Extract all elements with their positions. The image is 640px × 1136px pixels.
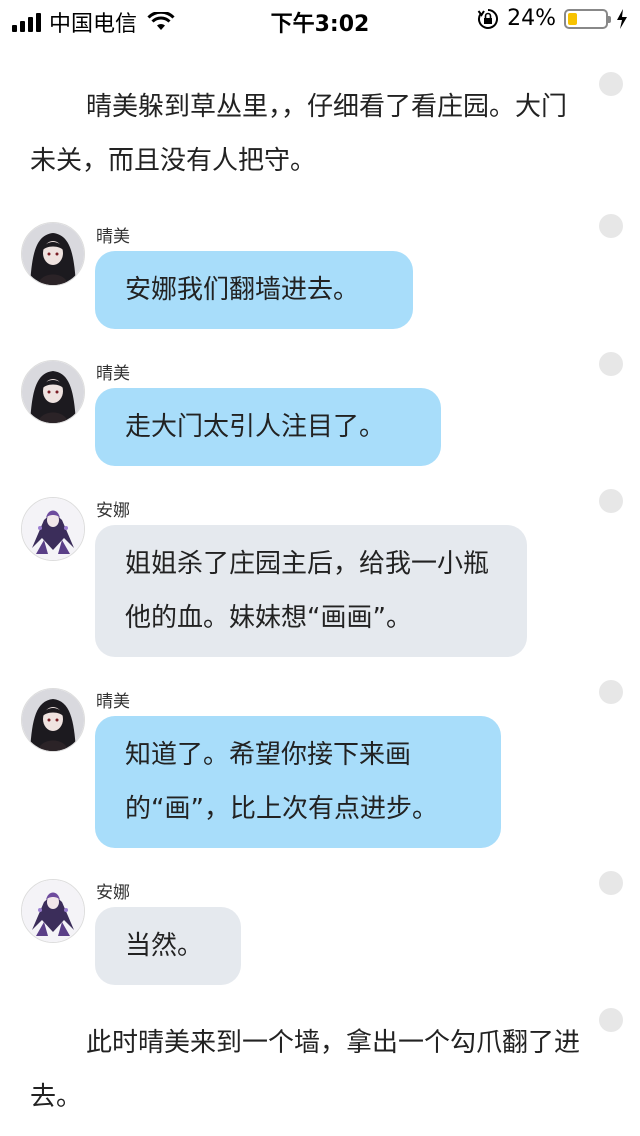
narration-paragraph: 此时晴美来到一个墙，拿出一个勾爪翻了进去。 (30, 1028, 581, 1112)
rotation-lock-icon (477, 8, 499, 29)
message-comment-dot[interactable] (599, 680, 623, 704)
message-bubble: 姐姐杀了庄园主后，给我一小瓶他的血。妹妹想“画画”。 (95, 525, 527, 657)
avatar-anna (21, 879, 85, 943)
avatar-anna (21, 497, 85, 561)
battery-percent: 24% (507, 6, 556, 31)
message-comment-dot[interactable] (599, 489, 623, 513)
status-bar: 中国电信 下午3:02 24% (0, 0, 640, 40)
speaker-name: 晴美 (96, 364, 130, 384)
speaker-name: 安娜 (96, 883, 130, 903)
charging-bolt-icon (617, 8, 627, 29)
narration-paragraph: 晴美躲到草丛里，，仔细看了看庄园。大门未关，而且没有人把守。 (30, 92, 568, 176)
avatar-qingmei (21, 688, 85, 752)
avatar-qingmei (21, 360, 85, 424)
battery-level-fill (568, 12, 577, 25)
message-comment-dot[interactable] (599, 352, 623, 376)
speaker-name: 安娜 (96, 501, 130, 521)
message-comment-dot[interactable] (599, 871, 623, 895)
paragraph-comment-dot[interactable] (599, 1008, 623, 1032)
message-bubble: 知道了。希望你接下来画的“画”，比上次有点进步。 (95, 716, 501, 848)
message-comment-dot[interactable] (599, 214, 623, 238)
message-bubble: 走大门太引人注目了。 (95, 388, 441, 466)
message-bubble: 安娜我们翻墙进去。 (95, 251, 413, 329)
avatar-qingmei (21, 222, 85, 286)
battery-icon (564, 8, 611, 29)
paragraph-comment-dot[interactable] (599, 72, 623, 96)
speaker-name: 晴美 (96, 692, 130, 712)
message-bubble: 当然。 (95, 907, 241, 985)
speaker-name: 晴美 (96, 227, 130, 247)
